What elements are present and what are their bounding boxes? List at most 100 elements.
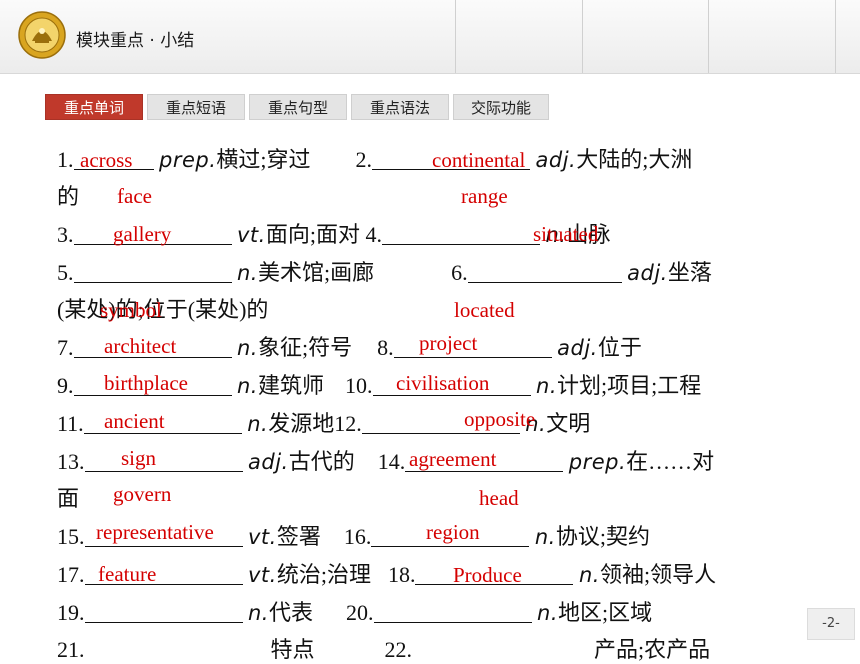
item-number: 6.	[451, 260, 468, 285]
part-of-speech: vt.	[248, 525, 277, 549]
answer-text: range	[461, 184, 508, 208]
slide-header: 模块重点 · 小结	[0, 0, 860, 74]
vocab-line: 5. n.美术馆;画廊 6. adj.坐落	[57, 259, 712, 287]
tab-communication[interactable]: 交际功能	[453, 94, 549, 120]
page-title: 模块重点 · 小结	[76, 31, 195, 51]
part-of-speech: n.	[534, 525, 556, 549]
part-of-speech: prep.	[568, 450, 627, 474]
tab-key-sentences[interactable]: 重点句型	[249, 94, 347, 120]
word-meaning: 面向;面对	[265, 222, 360, 247]
item-number: 20.	[346, 600, 374, 625]
word-meaning: 位于	[597, 335, 642, 360]
item-number: 12.	[334, 411, 362, 436]
vocab-line: 21. 特点 22. 产品;农产品	[57, 636, 710, 664]
school-emblem-icon	[18, 11, 66, 59]
part-of-speech: n.	[237, 336, 258, 360]
part-of-speech: adj.	[557, 336, 598, 360]
part-of-speech: adj.	[535, 148, 577, 172]
item-number: 4.	[365, 222, 382, 247]
part-of-speech: n.	[578, 563, 600, 587]
word-meaning: 地区;区域	[558, 600, 653, 625]
word-meaning: 特点	[270, 637, 315, 662]
answer-text: across	[80, 148, 133, 172]
page-number: -2-	[807, 608, 855, 640]
part-of-speech: n.	[237, 261, 258, 285]
vocab-line: 的	[57, 183, 79, 211]
item-number: 16.	[343, 524, 372, 549]
item-number: 8.	[377, 335, 394, 360]
word-meaning: 协议;契约	[555, 524, 650, 549]
part-of-speech: adj.	[248, 450, 289, 474]
word-meaning: 计划;项目;工程	[557, 373, 702, 398]
answer-text: representative	[96, 520, 214, 544]
header-divider	[708, 0, 709, 73]
answer-text: symbol	[100, 298, 162, 322]
header-divider	[835, 0, 836, 73]
part-of-speech: prep.	[159, 148, 217, 172]
vocab-line: 面	[57, 485, 79, 513]
tab-key-phrases[interactable]: 重点短语	[147, 94, 245, 120]
part-of-speech: n.	[537, 601, 559, 625]
word-meaning: 面	[57, 486, 80, 511]
part-of-speech: n.	[237, 374, 258, 398]
answer-text: Produce	[453, 563, 522, 587]
word-meaning: 大陆的;大洲	[576, 147, 693, 172]
part-of-speech: vt.	[248, 563, 277, 587]
vocab-line: 1. prep.横过;穿过 2. adj.大陆的;大洲	[57, 146, 692, 174]
answer-text: birthplace	[104, 371, 188, 395]
tab-key-words[interactable]: 重点单词	[45, 94, 143, 120]
answer-text: sign	[121, 446, 157, 470]
item-number: 15.	[57, 524, 85, 549]
header-divider	[582, 0, 583, 73]
answer-blank	[373, 600, 532, 623]
item-number: 2.	[355, 147, 373, 172]
answer-text: project	[419, 331, 478, 355]
answer-text: opposite	[464, 407, 536, 431]
item-number: 10.	[345, 373, 373, 398]
word-meaning: 美术馆;画廊	[258, 260, 375, 285]
item-number: 18.	[387, 562, 416, 587]
answer-text: continental	[432, 148, 526, 172]
item-number: 9.	[57, 373, 74, 398]
answer-text: civilisation	[396, 371, 490, 395]
header-divider	[455, 0, 456, 73]
item-number: 21.	[57, 637, 85, 662]
item-number: 11.	[57, 411, 84, 436]
word-meaning: 文明	[546, 411, 591, 436]
part-of-speech: n.	[536, 374, 558, 398]
part-of-speech: n.	[247, 412, 269, 436]
tab-key-grammar[interactable]: 重点语法	[351, 94, 449, 120]
item-number: 1.	[57, 147, 74, 172]
word-meaning: 象征;符号	[258, 335, 353, 360]
word-meaning: 领袖;领导人	[599, 562, 717, 587]
item-number: 22.	[384, 637, 413, 662]
word-meaning: 建筑师	[258, 373, 325, 398]
word-meaning: 代表	[269, 600, 314, 625]
vocab-line: 19. n.代表 20. n.地区;区域	[57, 599, 652, 627]
item-number: 14.	[377, 449, 406, 474]
answer-blank	[73, 260, 232, 283]
answer-text: head	[479, 486, 519, 510]
part-of-speech: n.	[248, 601, 269, 625]
word-meaning: 坐落	[667, 260, 712, 285]
answer-text: face	[117, 184, 152, 208]
answer-blank	[84, 449, 243, 472]
word-meaning: 横过;穿过	[216, 147, 311, 172]
answer-text: region	[426, 520, 480, 544]
part-of-speech: vt.	[237, 223, 266, 247]
word-meaning: 签署	[276, 524, 321, 549]
item-number: 5.	[57, 260, 74, 285]
answer-text: located	[454, 298, 515, 322]
item-number: 13.	[57, 449, 85, 474]
item-number: 7.	[57, 335, 74, 360]
word-meaning: 古代的	[288, 449, 355, 474]
word-meaning: 的	[57, 184, 80, 209]
answer-text: agreement	[409, 447, 497, 471]
answer-text: govern	[113, 482, 172, 506]
answer-text: gallery	[113, 222, 172, 246]
word-meaning: 发源地	[268, 411, 335, 436]
item-number: 17.	[57, 562, 85, 587]
item-number: 3.	[57, 222, 74, 247]
answer-blank	[381, 222, 540, 245]
answer-blank	[84, 600, 243, 623]
